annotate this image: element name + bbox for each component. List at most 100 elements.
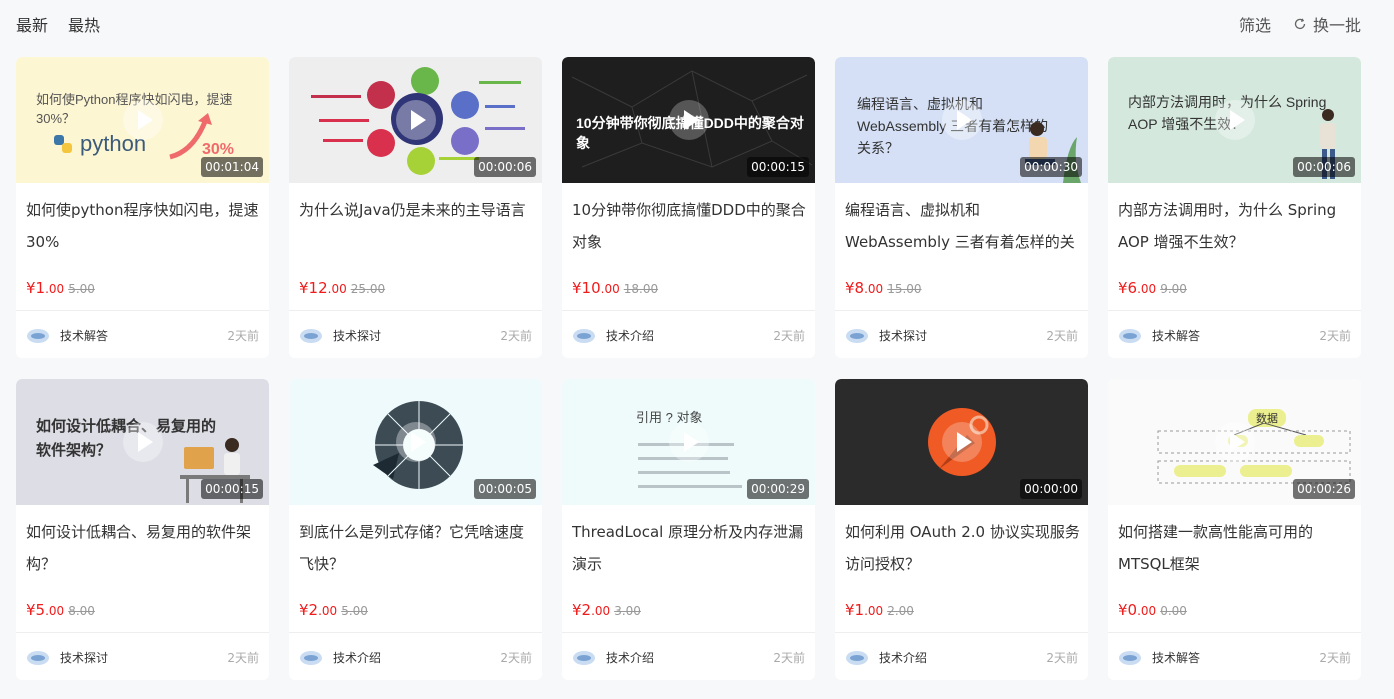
price: ¥6.00 9.00 (1118, 279, 1187, 297)
price-decimal: .00 (591, 604, 611, 618)
price: ¥5.00 8.00 (26, 601, 95, 619)
video-thumbnail[interactable]: 编程语言、虚拟机和 WebAssembly 三者有着怎样的关系？ 00:00:3… (835, 57, 1088, 183)
video-card[interactable]: 00:00:05 到底什么是列式存储？它凭啥速度飞快？ ¥2.00 5.00 技术… (289, 379, 542, 680)
price-current: ¥10 (572, 279, 601, 297)
post-time: 2天前 (1046, 650, 1078, 665)
category-label: 技术介绍 (879, 650, 928, 665)
video-thumbnail[interactable]: 如何使Python程序快如闪电，提速30%？ python 30% 00:01:… (16, 57, 269, 183)
filter-button[interactable]: 筛选 (1239, 12, 1271, 36)
play-icon (668, 422, 709, 462)
video-card[interactable]: 如何设计低耦合、易复用的软件架构？ 00:00:15 如何设计低耦合、易复用的软… (16, 379, 269, 680)
card-footer: 技术解答 2天前 (26, 323, 259, 347)
card-divider (16, 310, 269, 311)
price-decimal: .00 (318, 604, 338, 618)
card-footer: 技术探讨 2天前 (26, 645, 259, 669)
video-card[interactable]: 00:00:00 如何利用 OAuth 2.0 协议实现服务访问授权？ ¥1.0… (835, 379, 1088, 680)
card-divider (562, 632, 815, 633)
card-footer: 技术探讨 2天前 (299, 323, 532, 347)
price-original: 8.00 (68, 604, 95, 618)
post-time: 2天前 (773, 650, 805, 665)
video-thumbnail[interactable]: 00:00:00 (835, 379, 1088, 505)
category-label: 技术解答 (1152, 328, 1201, 343)
video-title[interactable]: 如何利用 OAuth 2.0 协议实现服务访问授权？ (845, 516, 1080, 580)
post-time: 2天前 (500, 328, 532, 343)
video-duration: 00:00:06 (1293, 157, 1355, 177)
video-thumbnail[interactable]: 引用 ? 对象 00:00:29 (562, 379, 815, 505)
video-card[interactable]: 10分钟带你彻底搞懂DDD中的聚合对象 00:00:15 10分钟带你彻底搞懂D… (562, 57, 815, 358)
video-card[interactable]: 引用 ? 对象 00:00:29 ThreadLocal 原理分析及内存泄漏演示… (562, 379, 815, 680)
video-duration: 00:00:30 (1020, 157, 1082, 177)
post-time: 2天前 (227, 650, 259, 665)
cloud-logo-icon (27, 651, 49, 665)
category-label: 技术解答 (1152, 650, 1201, 665)
video-title[interactable]: 如何使python程序快如闪电，提速30% (26, 194, 261, 258)
video-card[interactable]: 00:00:06 为什么说Java仍是未来的主导语言 ¥12.00 25.00 技… (289, 57, 542, 358)
price-original: 0.00 (1160, 604, 1187, 618)
price-decimal: .00 (864, 604, 884, 618)
post-time: 2天前 (500, 650, 532, 665)
play-icon (395, 100, 436, 140)
price-decimal: .00 (1137, 282, 1157, 296)
cloud-logo-icon (1119, 651, 1141, 665)
play-icon (668, 100, 709, 140)
card-divider (16, 632, 269, 633)
price-original: 5.00 (68, 282, 95, 296)
video-duration: 00:01:04 (201, 157, 263, 177)
card-footer: 技术解答 2天前 (1118, 645, 1351, 669)
video-title[interactable]: 到底什么是列式存储？它凭啥速度飞快？ (299, 516, 534, 580)
video-card[interactable]: 内部方法调用时，为什么 Spring AOP 增强不生效？ 00:00:06 内… (1108, 57, 1361, 358)
video-title[interactable]: ThreadLocal 原理分析及内存泄漏演示 (572, 516, 807, 580)
tab-hottest[interactable]: 最热 (68, 12, 100, 36)
card-divider (1108, 632, 1361, 633)
price-decimal: .00 (1137, 604, 1157, 618)
post-time: 2天前 (1046, 328, 1078, 343)
video-title[interactable]: 内部方法调用时，为什么 Spring AOP 增强不生效？ (1118, 194, 1353, 258)
python-logo-icon (54, 135, 72, 153)
price-decimal: .00 (45, 604, 65, 618)
video-thumbnail[interactable]: 10分钟带你彻底搞懂DDD中的聚合对象 00:00:15 (562, 57, 815, 183)
price-current: ¥1 (26, 279, 46, 297)
price: ¥12.00 25.00 (299, 279, 385, 297)
refresh-icon (1294, 18, 1306, 30)
video-thumbnail[interactable]: 00:00:05 (289, 379, 542, 505)
video-thumbnail[interactable]: 00:00:06 (289, 57, 542, 183)
video-card[interactable]: 数据 00:00:26 如何搭建一款高性能高可用的MTSQL框架 ¥0.00 0.… (1108, 379, 1361, 680)
video-title[interactable]: 为什么说Java仍是未来的主导语言 (299, 194, 534, 226)
price-original: 9.00 (1160, 282, 1187, 296)
refresh-button[interactable]: 换一批 (1293, 12, 1361, 36)
video-title[interactable]: 10分钟带你彻底搞懂DDD中的聚合对象 (572, 194, 807, 258)
video-title[interactable]: 如何设计低耦合、易复用的软件架构？ (26, 516, 261, 580)
category-label: 技术介绍 (606, 650, 655, 665)
tab-latest[interactable]: 最新 (16, 12, 48, 36)
post-time: 2天前 (773, 328, 805, 343)
play-icon (122, 100, 163, 140)
card-divider (562, 310, 815, 311)
category-label: 技术探讨 (333, 328, 382, 343)
play-icon (1214, 422, 1255, 462)
post-time: 2天前 (1319, 328, 1351, 343)
video-thumbnail[interactable]: 内部方法调用时，为什么 Spring AOP 增强不生效？ 00:00:06 (1108, 57, 1361, 183)
cloud-logo-icon (1119, 329, 1141, 343)
top-actions: 筛选 换一批 (1239, 12, 1361, 36)
cloud-logo-icon (846, 329, 868, 343)
price-current: ¥2 (299, 601, 319, 619)
video-thumbnail[interactable]: 如何设计低耦合、易复用的软件架构？ 00:00:15 (16, 379, 269, 505)
price: ¥10.00 18.00 (572, 279, 658, 297)
video-title[interactable]: 编程语言、虚拟机和 WebAssembly 三者有着怎样的关系？ (845, 194, 1080, 258)
price-current: ¥8 (845, 279, 865, 297)
video-title[interactable]: 如何搭建一款高性能高可用的MTSQL框架 (1118, 516, 1353, 580)
video-card[interactable]: 如何使Python程序快如闪电，提速30%？ python 30% 00:01:… (16, 57, 269, 358)
price: ¥1.00 2.00 (845, 601, 914, 619)
video-duration: 00:00:00 (1020, 479, 1082, 499)
price-current: ¥12 (299, 279, 328, 297)
price: ¥2.00 3.00 (572, 601, 641, 619)
play-icon (941, 100, 982, 140)
card-divider (1108, 310, 1361, 311)
card-footer: 技术介绍 2天前 (572, 645, 805, 669)
category-label: 技术探讨 (879, 328, 928, 343)
price-decimal: .00 (864, 282, 884, 296)
video-card[interactable]: 编程语言、虚拟机和 WebAssembly 三者有着怎样的关系？ 00:00:3… (835, 57, 1088, 358)
video-thumbnail[interactable]: 数据 00:00:26 (1108, 379, 1361, 505)
card-footer: 技术介绍 2天前 (572, 323, 805, 347)
play-icon (941, 422, 982, 462)
